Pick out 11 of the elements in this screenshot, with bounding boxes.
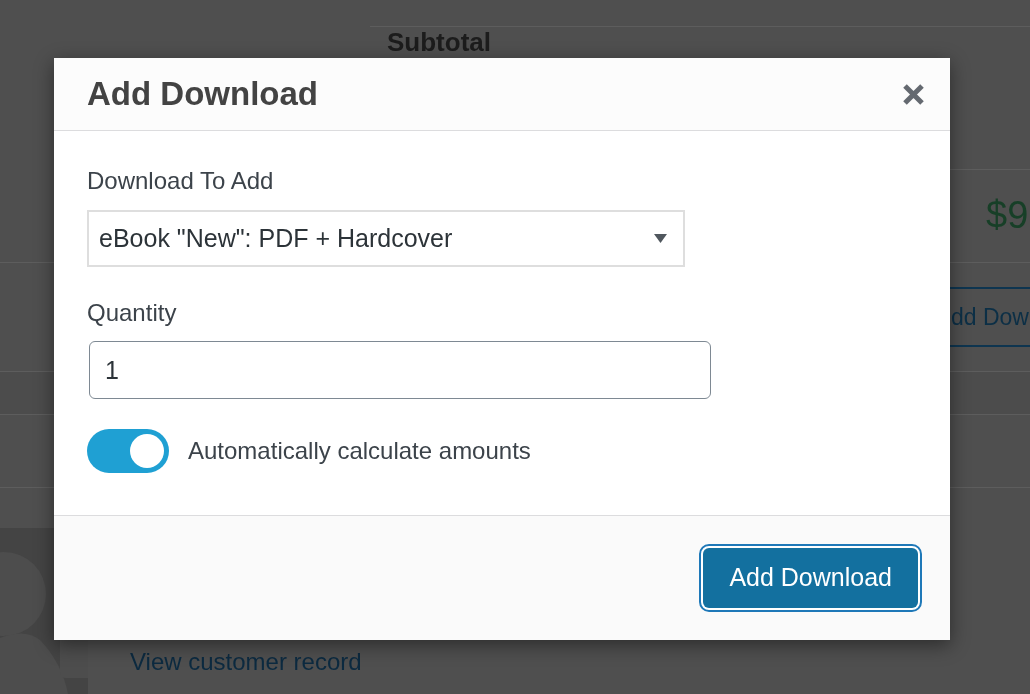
dialog-title: Add Download <box>87 74 318 115</box>
field-label: Quantity <box>87 299 177 327</box>
caret-icon <box>654 234 667 243</box>
amount-text: $9 <box>986 194 1029 236</box>
download-select[interactable]: eBook "New": PDF + Hardcover <box>87 210 685 267</box>
toggle-switch[interactable] <box>87 429 169 473</box>
quantity-input[interactable]: 1 <box>89 341 711 399</box>
toggle-label: Automatically calculate amounts <box>188 436 531 466</box>
close-icon[interactable] <box>902 82 925 106</box>
field-label: Download To Add <box>87 167 274 195</box>
add-download-button[interactable]: Add Download <box>699 544 922 612</box>
